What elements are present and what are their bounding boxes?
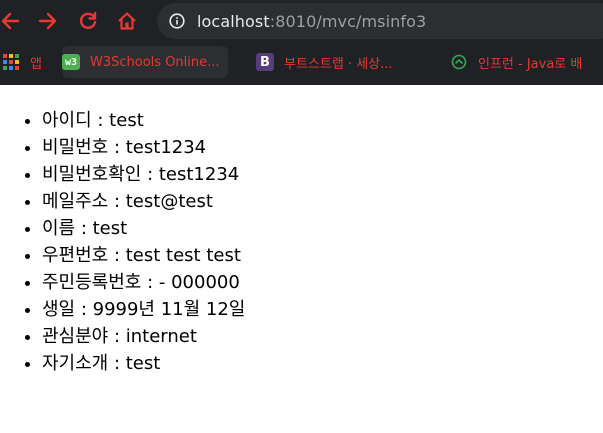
forward-button[interactable] xyxy=(34,7,62,35)
bookmark-label: W3Schools Online... xyxy=(90,54,220,70)
bookmark-label: 인프런 - Java로 배 xyxy=(478,56,583,72)
info-item-introduction: 자기소개 : test xyxy=(42,350,603,377)
info-item-password-confirm: 비밀번호확인 : test1234 xyxy=(42,161,603,188)
bookmarks-bar: 앱 w3 W3Schools Online... B 부트스트랩 · 세상...… xyxy=(0,42,603,82)
page-content: 아이디 : test 비밀번호 : test1234 비밀번호확인 : test… xyxy=(0,85,603,377)
browser-chrome: localhost:8010/mvc/msinfo3 앱 w3 W3School… xyxy=(0,0,603,85)
info-item-interest: 관심분야 : internet xyxy=(42,323,603,350)
info-item-password: 비밀번호 : test1234 xyxy=(42,134,603,161)
arrow-left-icon xyxy=(1,12,20,30)
bookmark-apps[interactable]: 앱 xyxy=(2,46,42,78)
arrow-right-icon xyxy=(38,12,57,30)
back-button[interactable] xyxy=(0,7,24,35)
inflearn-icon xyxy=(450,53,468,71)
home-icon xyxy=(118,12,136,30)
url-text: localhost:8010/mvc/msinfo3 xyxy=(197,12,426,31)
browser-toolbar: localhost:8010/mvc/msinfo3 xyxy=(0,0,603,42)
address-bar[interactable]: localhost:8010/mvc/msinfo3 xyxy=(157,3,603,39)
bookmark-label: 앱 xyxy=(30,56,42,72)
reload-icon xyxy=(79,11,97,29)
apps-grid-icon xyxy=(2,53,20,71)
info-item-postal-code: 우편번호 : test test test xyxy=(42,242,603,269)
bookmark-bootstrap[interactable]: B 부트스트랩 · 세상... xyxy=(256,46,393,78)
bookmark-w3schools[interactable]: w3 W3Schools Online... xyxy=(62,46,228,78)
info-item-birthday: 생일 : 9999년 11월 12일 xyxy=(42,296,603,323)
bookmark-label: 부트스트랩 · 세상... xyxy=(284,56,393,72)
reload-button[interactable] xyxy=(74,7,102,35)
url-host: localhost xyxy=(197,11,270,31)
home-button[interactable] xyxy=(113,7,141,35)
bootstrap-icon: B xyxy=(256,53,274,71)
info-item-name: 이름 : test xyxy=(42,215,603,242)
info-item-id: 아이디 : test xyxy=(42,107,603,134)
member-info-list: 아이디 : test 비밀번호 : test1234 비밀번호확인 : test… xyxy=(0,107,603,377)
url-path: :8010/mvc/msinfo3 xyxy=(269,11,427,31)
info-item-email: 메일주소 : test@test xyxy=(42,188,603,215)
bookmark-inflearn[interactable]: 인프런 - Java로 배 xyxy=(450,46,582,78)
w3schools-icon: w3 xyxy=(62,53,80,71)
info-icon[interactable] xyxy=(169,13,185,29)
info-item-resident-number: 주민등록번호 : - 000000 xyxy=(42,269,603,296)
